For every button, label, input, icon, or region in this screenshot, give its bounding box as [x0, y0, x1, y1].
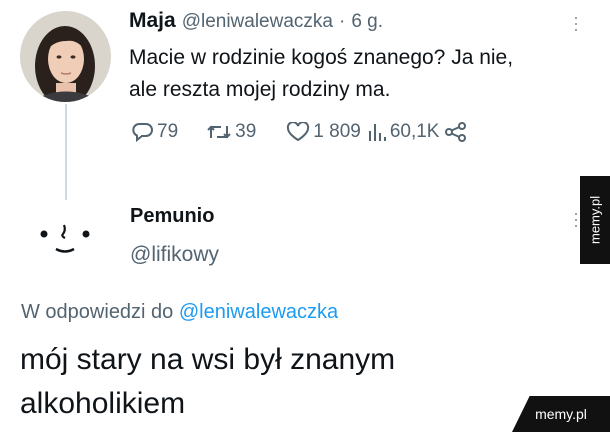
- retweet-count: 39: [235, 121, 257, 142]
- maja-avatar[interactable]: [20, 11, 111, 102]
- author-handle[interactable]: @leniwalewaczka: [182, 11, 333, 33]
- like-count: 1 809: [313, 121, 361, 142]
- share-button[interactable]: [445, 122, 467, 142]
- heart-icon: [287, 122, 310, 142]
- views-button[interactable]: 60,1K: [367, 121, 440, 143]
- views-icon: [368, 124, 386, 141]
- tweet-actions: 79 39 1 809 60,1K: [132, 121, 467, 143]
- reply-count: 79: [157, 121, 179, 142]
- in-reply-handle-link[interactable]: @leniwalewaczka: [179, 301, 338, 323]
- tweet-text: Macie w rodzinie kogoś znanego? Ja nie, …: [129, 42, 513, 106]
- views-count: 60,1K: [389, 121, 440, 142]
- bottom-watermark: memy.pl: [512, 396, 610, 432]
- in-reply-to: W odpowiedzi do @leniwalewaczka: [21, 301, 338, 324]
- separator: ·: [338, 11, 346, 32]
- like-button[interactable]: 1 809: [286, 121, 361, 143]
- tweet-text-line1: Macie w rodzinie kogoś znanego? Ja nie,: [129, 46, 514, 69]
- thread-line: [65, 104, 67, 200]
- reply-text: mój stary na wsi był znanym alkoholikiem: [20, 338, 395, 426]
- pemunio-avatar[interactable]: [36, 212, 96, 267]
- reply-icon: [132, 122, 153, 142]
- more-options-icon[interactable]: · · ·: [570, 8, 582, 38]
- in-reply-prefix: W odpowiedzi do: [21, 301, 174, 323]
- tweet-header: Maja @leniwalewaczka · 6 g.: [129, 9, 383, 33]
- reply-author-name[interactable]: Pemunio: [130, 205, 214, 228]
- reply-text-line2: alkoholikiem: [20, 387, 186, 420]
- tweet-text-line2: ale reszta mojej rodziny ma.: [129, 78, 391, 101]
- side-watermark: memy.pl: [580, 176, 610, 264]
- tweet-time[interactable]: 6 g.: [351, 11, 383, 33]
- share-icon: [445, 122, 467, 142]
- retweet-icon: [207, 125, 231, 139]
- author-name[interactable]: Maja: [129, 9, 176, 33]
- reply-author-handle[interactable]: @lifikowy: [130, 243, 219, 267]
- reply-button[interactable]: 79: [132, 121, 178, 143]
- retweet-button[interactable]: 39: [206, 121, 256, 143]
- reply-text-line1: mój stary na wsi był znanym: [20, 343, 396, 376]
